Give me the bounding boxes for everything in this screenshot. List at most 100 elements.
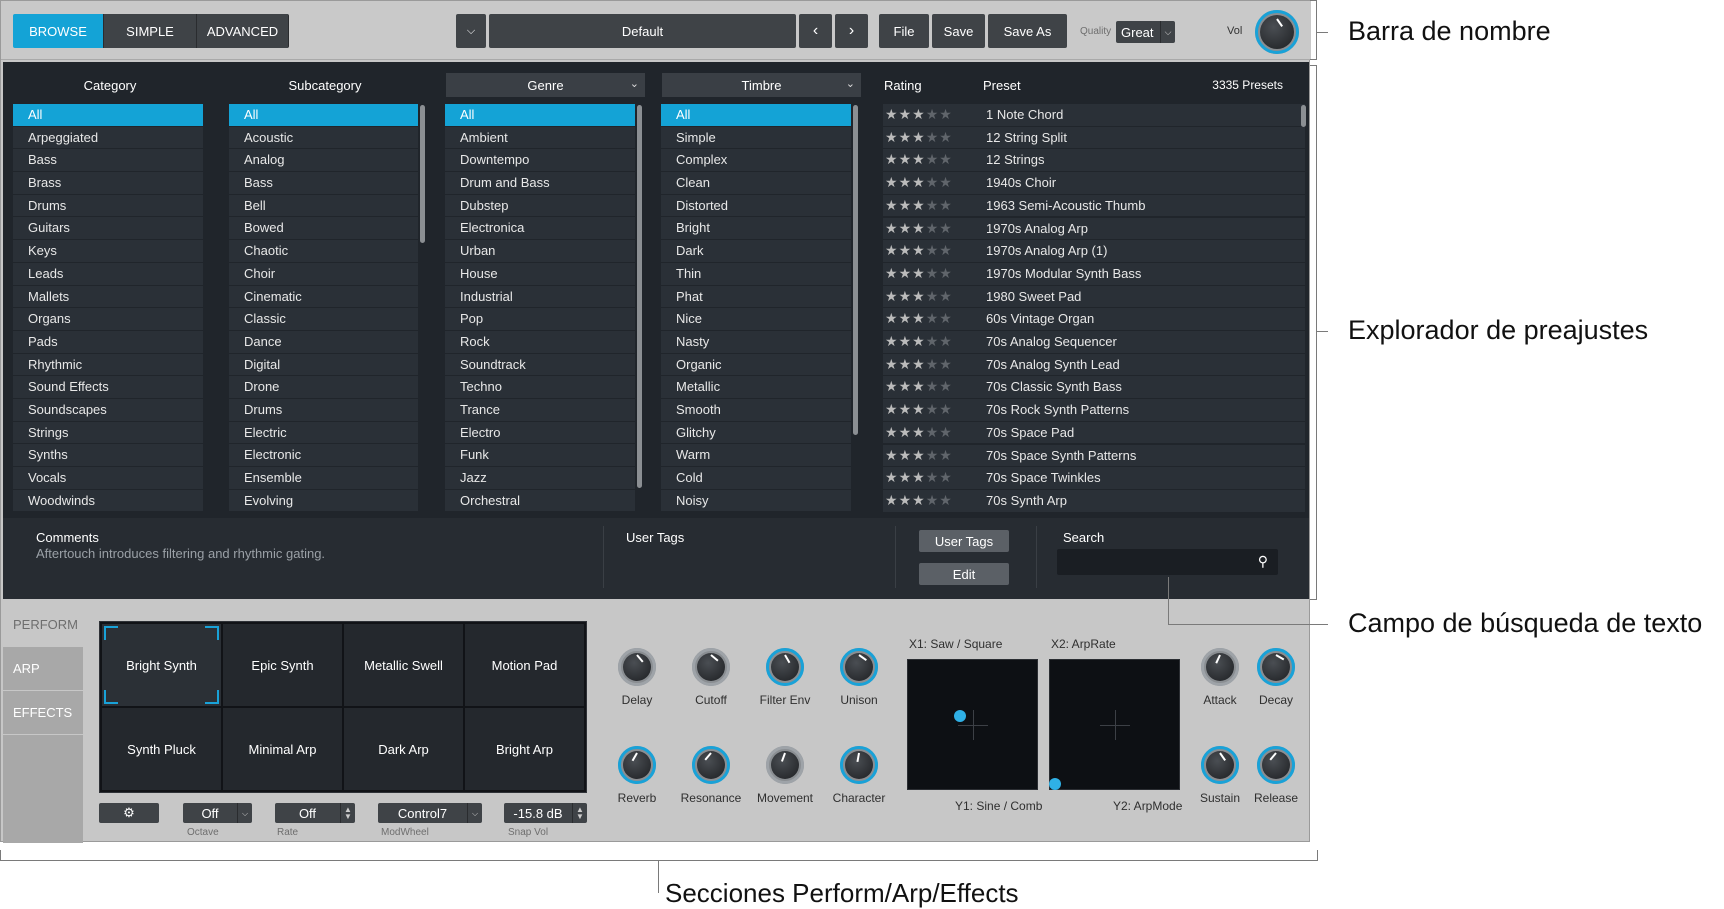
xy2-handle[interactable] [1049, 778, 1061, 790]
genre-item[interactable]: Industrial [445, 285, 635, 309]
previous-preset-button[interactable]: ‹ [799, 14, 832, 48]
category-item[interactable]: Vocals [13, 467, 203, 490]
pad-4[interactable]: Motion Pad [465, 624, 584, 706]
subcategory-item[interactable]: Classic [229, 308, 418, 331]
category-item[interactable]: Keys [13, 240, 203, 263]
rating-stars[interactable]: ★★★★★ [885, 104, 953, 125]
subcategory-item[interactable]: Drums [229, 398, 418, 422]
genre-item[interactable]: Dubstep [445, 194, 635, 218]
movement-knob[interactable] [766, 746, 804, 784]
category-item[interactable]: Drums [13, 194, 203, 218]
timbre-item[interactable]: Organic [661, 353, 851, 377]
genre-scrollbar[interactable] [637, 105, 642, 488]
genre-dropdown[interactable]: Genre ⌄ [446, 73, 645, 97]
category-item[interactable]: Mallets [13, 285, 203, 309]
timbre-item[interactable]: All [661, 104, 851, 127]
rating-stars[interactable]: ★★★★★ [885, 263, 953, 284]
category-item[interactable]: Brass [13, 172, 203, 195]
filter-env-knob[interactable] [766, 648, 804, 686]
timbre-item[interactable]: Clean [661, 172, 851, 195]
timbre-item[interactable]: Smooth [661, 398, 851, 422]
genre-item[interactable]: Pop [445, 308, 635, 331]
simple-mode-button[interactable]: SIMPLE [104, 14, 197, 48]
category-item[interactable]: Rhythmic [13, 353, 203, 377]
pad-6[interactable]: Minimal Arp [223, 708, 342, 790]
genre-item[interactable]: Rock [445, 330, 635, 354]
category-item[interactable]: All [13, 104, 203, 127]
timbre-dropdown[interactable]: Timbre ⌄ [662, 73, 861, 97]
tab-arp[interactable]: ARP [3, 647, 83, 691]
subcategory-item[interactable]: Acoustic [229, 126, 418, 150]
unison-knob[interactable] [840, 648, 878, 686]
subcategory-item[interactable]: Digital [229, 353, 418, 377]
subcategory-item[interactable]: Electric [229, 421, 418, 445]
browse-mode-button[interactable]: BROWSE [13, 14, 104, 48]
rating-stars[interactable]: ★★★★★ [885, 240, 953, 261]
file-button[interactable]: File [879, 14, 929, 48]
resonance-knob[interactable] [692, 746, 730, 784]
rating-stars[interactable]: ★★★★★ [885, 422, 953, 443]
genre-item[interactable]: Techno [445, 376, 635, 399]
rating-stars[interactable]: ★★★★★ [885, 376, 953, 397]
pad-5[interactable]: Synth Pluck [102, 708, 221, 790]
genre-item[interactable]: Soundtrack [445, 353, 635, 377]
subcategory-item[interactable]: Choir [229, 262, 418, 286]
genre-item[interactable]: Ambient [445, 126, 635, 150]
edit-tags-button[interactable]: Edit [919, 563, 1009, 585]
category-item[interactable]: Arpeggiated [13, 126, 203, 150]
preset-scrollbar[interactable] [1301, 105, 1306, 127]
advanced-mode-button[interactable]: ADVANCED [197, 14, 289, 48]
genre-item[interactable]: Drum and Bass [445, 172, 635, 195]
octave-select[interactable]: Off ⌵ [183, 803, 252, 823]
character-knob[interactable] [840, 746, 878, 784]
timbre-item[interactable]: Simple [661, 126, 851, 150]
genre-item[interactable]: Trance [445, 398, 635, 422]
sustain-knob[interactable] [1201, 746, 1239, 784]
pad-8[interactable]: Bright Arp [465, 708, 584, 790]
timbre-item[interactable]: Noisy [661, 489, 851, 513]
pad-1[interactable]: Bright Synth [102, 624, 221, 706]
tab-effects[interactable]: EFFECTS [3, 691, 83, 735]
category-item[interactable]: Soundscapes [13, 398, 203, 422]
genre-item[interactable]: All [445, 104, 635, 127]
save-button[interactable]: Save [932, 14, 985, 48]
subcategory-item[interactable]: Dance [229, 330, 418, 354]
rating-stars[interactable]: ★★★★★ [885, 127, 953, 148]
subcategory-scrollbar[interactable] [420, 105, 425, 243]
rating-stars[interactable]: ★★★★★ [885, 467, 953, 488]
attack-knob[interactable] [1201, 648, 1239, 686]
category-item[interactable]: Sound Effects [13, 376, 203, 399]
cutoff-knob[interactable] [692, 648, 730, 686]
snap-vol-stepper[interactable]: -15.8 dB ▲ ▼ [504, 803, 587, 823]
reverb-knob[interactable] [618, 746, 656, 784]
timbre-item[interactable]: Warm [661, 444, 851, 467]
timbre-item[interactable]: Nasty [661, 330, 851, 354]
genre-item[interactable]: Jazz [445, 467, 635, 490]
pad-3[interactable]: Metallic Swell [344, 624, 463, 706]
subcategory-item[interactable]: Bell [229, 194, 418, 218]
rate-stepper[interactable]: Off ▲ ▼ [275, 803, 355, 823]
subcategory-item[interactable]: Analog [229, 149, 418, 173]
search-input[interactable]: ⚲ [1057, 549, 1278, 575]
settings-button[interactable]: ⚙ [99, 803, 159, 823]
subcategory-item[interactable]: Evolving [229, 489, 418, 513]
timbre-item[interactable]: Cold [661, 467, 851, 490]
subcategory-item[interactable]: Chaotic [229, 240, 418, 263]
rating-stars[interactable]: ★★★★★ [885, 399, 953, 420]
subcategory-item[interactable]: Cinematic [229, 285, 418, 309]
subcategory-item[interactable]: Bass [229, 172, 418, 195]
timbre-scrollbar[interactable] [853, 105, 858, 435]
xy1-handle[interactable] [954, 710, 966, 722]
rating-stars[interactable]: ★★★★★ [885, 218, 953, 239]
subcategory-item[interactable]: All [229, 104, 418, 127]
xy-pad-1[interactable] [907, 659, 1038, 790]
preset-name-field[interactable]: Default [489, 14, 796, 48]
tab-perform[interactable]: PERFORM [3, 603, 83, 647]
category-item[interactable]: Leads [13, 262, 203, 286]
rating-stars[interactable]: ★★★★★ [885, 308, 953, 329]
delay-knob[interactable] [618, 648, 656, 686]
xy-pad-2[interactable] [1049, 659, 1180, 790]
subcategory-item[interactable]: Ensemble [229, 467, 418, 490]
rating-stars[interactable]: ★★★★★ [885, 354, 953, 375]
decay-knob[interactable] [1257, 648, 1295, 686]
